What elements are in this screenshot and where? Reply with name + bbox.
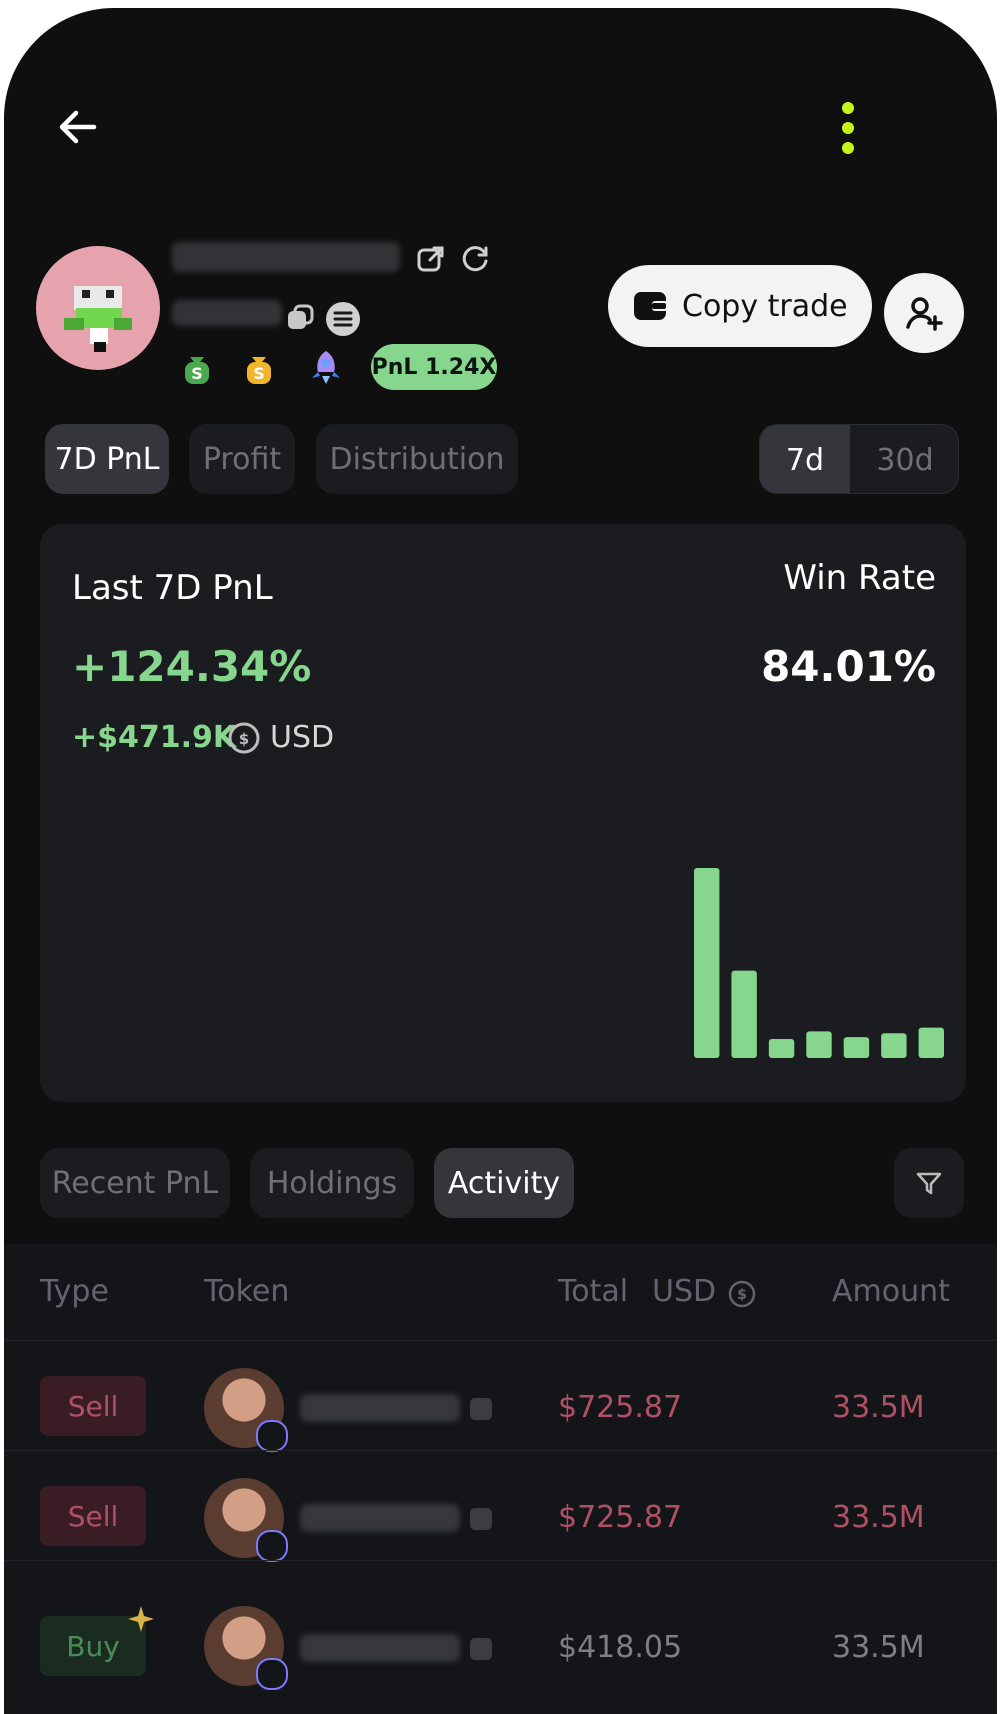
tab-holdings[interactable]: Holdings [250,1148,414,1218]
copy-trade-label: Copy trade [682,288,848,324]
tab-7d-pnl[interactable]: 7D PnL [45,424,169,494]
period-30d[interactable]: 30d [850,425,958,493]
filter-icon [916,1172,942,1195]
pnl-bar [806,1031,832,1058]
masked-wallet-address [172,300,282,326]
back-arrow-icon [59,110,97,144]
row-total: $418.05 [558,1630,683,1665]
external-link-icon[interactable] [416,244,446,274]
add-user-icon [906,297,943,331]
header-token: Token [204,1274,290,1309]
refresh-icon[interactable] [460,244,490,274]
pnl-bar [768,1039,795,1058]
header-type: Type [40,1274,109,1309]
tab-distribution[interactable]: Distribution [316,424,518,494]
pnl-title: Last 7D PnL [72,568,273,608]
pnl-bar [918,1027,944,1058]
more-vertical-icon [842,102,854,154]
solana-icon [326,302,360,336]
copy-trade-button[interactable]: Copy trade [608,265,872,347]
masked-token-name [300,1504,460,1532]
row-total: $725.87 [558,1500,683,1535]
solana-chain-icon [256,1530,288,1562]
svg-text:$: $ [737,1287,747,1303]
filter-button[interactable] [894,1148,964,1218]
type-sell-badge: Sell [40,1486,146,1546]
copy-token-icon[interactable] [470,1508,492,1530]
svg-text:S: S [191,364,203,383]
wallet-icon [634,292,668,320]
svg-text:$: $ [239,730,249,748]
masked-token-name [300,1394,460,1422]
follow-button[interactable] [884,273,964,353]
rocket-icon [306,348,346,388]
pixel-character-icon [64,286,132,352]
profile-avatar [36,246,160,370]
pnl-bar [881,1033,907,1058]
pnl-bar-chart [694,868,944,1058]
solana-chain-icon [256,1658,288,1690]
header-amount: Amount [832,1274,950,1309]
copy-token-icon[interactable] [470,1398,492,1420]
row-total: $725.87 [558,1390,683,1425]
tab-recent-pnl[interactable]: Recent PnL [40,1148,230,1218]
sparkle-icon [126,1604,156,1634]
pnl-bar [694,868,720,1058]
tab-profit[interactable]: Profit [189,424,295,494]
pnl-bar [843,1037,870,1058]
pnl-percent: +124.34% [72,642,312,691]
type-sell-badge: Sell [40,1376,146,1436]
copy-token-icon[interactable] [470,1638,492,1660]
back-button[interactable] [42,92,112,162]
row-amount: 33.5M [832,1390,925,1425]
usd-toggle-icon[interactable]: $ [726,1278,758,1310]
tab-activity[interactable]: Activity [434,1148,574,1218]
money-bag-gold-icon: S [242,352,276,386]
masked-token-name [300,1634,460,1662]
app-screen: S S PnL 1.24X Copy trade 7D PnL Profit D… [4,8,997,1714]
pnl-bar [731,970,757,1058]
period-7d[interactable]: 7d [760,425,850,493]
row-amount: 33.5M [832,1500,925,1535]
header-usd: USD [652,1274,717,1309]
pnl-multiplier-badge: PnL 1.24X [371,344,497,390]
svg-text:S: S [253,364,265,383]
winrate-label: Win Rate [783,558,936,598]
currency-toggle-icon[interactable]: $ [226,720,262,756]
row-amount: 33.5M [832,1630,925,1665]
winrate-value: 84.01% [761,642,936,691]
money-bag-green-icon: S [180,352,214,386]
currency-label: USD [270,720,335,755]
masked-wallet-name [172,242,400,272]
header-total: Total [558,1274,629,1309]
solana-chain-icon [256,1420,288,1452]
period-toggle: 7d 30d [759,424,959,494]
pnl-usd: +$471.9K [72,720,237,755]
more-menu-button[interactable] [818,88,878,168]
copy-address-icon[interactable] [286,304,314,332]
